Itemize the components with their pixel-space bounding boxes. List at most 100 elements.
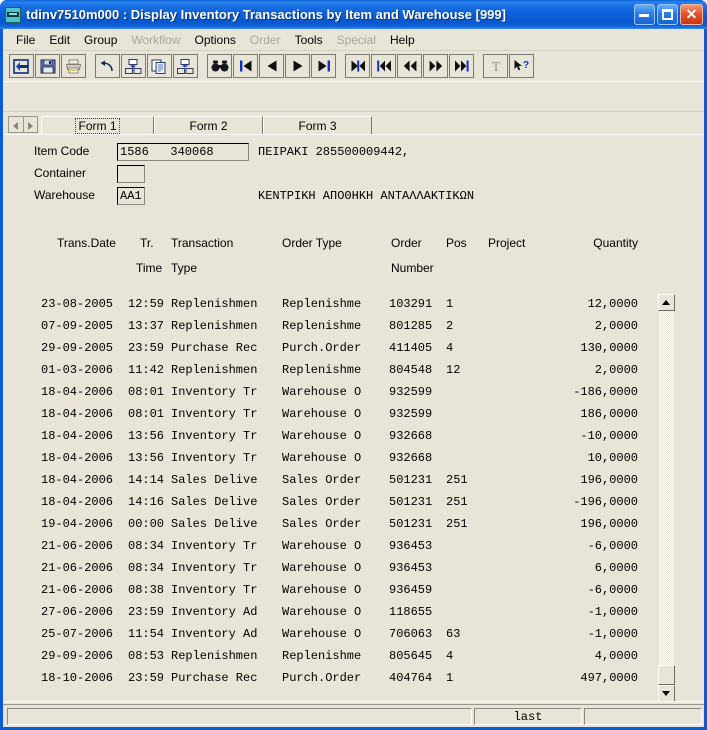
tab-form-3[interactable]: Form 3 xyxy=(263,116,372,134)
cell-trans-date: 23-08-2005 xyxy=(41,297,114,311)
table-row[interactable]: 18-04-2006 13:56 Inventory Tr Warehouse … xyxy=(3,448,658,470)
cell-quantity: 12,0000 xyxy=(587,297,638,311)
find-icon[interactable] xyxy=(207,54,232,78)
cell-transaction-type: Sales Delive xyxy=(171,473,258,487)
menu-group[interactable]: Group xyxy=(77,32,124,48)
first-set-icon[interactable] xyxy=(345,54,370,78)
table-row[interactable]: 21-06-2006 08:38 Inventory Tr Warehouse … xyxy=(3,580,658,602)
undo-icon[interactable] xyxy=(95,54,120,78)
chevron-left-icon xyxy=(13,122,18,130)
first-record-icon[interactable] xyxy=(233,54,258,78)
panel-top-highlight xyxy=(3,81,704,82)
menu-help[interactable]: Help xyxy=(383,32,422,48)
cell-order-type: Warehouse O xyxy=(282,605,362,619)
table-row[interactable]: 25-07-2006 11:54 Inventory Ad Warehouse … xyxy=(3,624,658,646)
item-code-input[interactable]: 1586 340068 xyxy=(117,143,249,161)
last-record-icon[interactable] xyxy=(311,54,336,78)
title-bar[interactable]: tdinv7510m000 : Display Inventory Transa… xyxy=(0,0,707,29)
svg-text:?: ? xyxy=(522,60,528,71)
end-set-icon[interactable] xyxy=(449,54,474,78)
field-row-container: Container xyxy=(3,165,704,183)
cell-order-number: 932668 xyxy=(389,451,433,465)
maximize-button[interactable] xyxy=(657,4,678,25)
table-row[interactable]: 18-04-2006 14:16 Sales Delive Sales Orde… xyxy=(3,492,658,514)
close-button[interactable]: ✕ xyxy=(680,4,703,25)
menu-tools[interactable]: Tools xyxy=(288,32,330,48)
cell-order-number: 936453 xyxy=(389,561,433,575)
column-header-time: Time xyxy=(136,261,163,275)
table-row[interactable]: 18-04-2006 08:01 Inventory Tr Warehouse … xyxy=(3,404,658,426)
container-input[interactable] xyxy=(117,165,145,183)
next-record-icon[interactable] xyxy=(285,54,310,78)
cell-quantity: -6,0000 xyxy=(587,539,638,553)
exit-icon[interactable] xyxy=(9,54,34,78)
minimize-button[interactable] xyxy=(634,4,655,25)
cell-time: 11:54 xyxy=(128,627,165,641)
chevron-right-icon xyxy=(28,122,33,130)
field-row-warehouse: Warehouse AA1 ΚΕΝΤΡΙΚΗ ΑΠΟΘΗΚΗ ΑΝΤΑΛΛΑΚΤ… xyxy=(3,187,704,205)
table-row[interactable]: 21-06-2006 08:34 Inventory Tr Warehouse … xyxy=(3,558,658,580)
cell-trans-date: 18-04-2006 xyxy=(41,473,114,487)
window-controls: ✕ xyxy=(634,4,703,25)
cell-order-number: 936453 xyxy=(389,539,433,553)
tab-scroll-left-button[interactable] xyxy=(8,116,23,133)
scroll-up-button[interactable] xyxy=(658,294,675,311)
forward-icon[interactable] xyxy=(423,54,448,78)
table-row[interactable]: 01-03-2006 11:42 Replenishmen Replenishm… xyxy=(3,360,658,382)
tab-form-1[interactable]: Form 1 xyxy=(41,116,154,134)
cell-order-number: 501231 xyxy=(389,473,433,487)
cell-time: 08:01 xyxy=(128,385,165,399)
table-row[interactable]: 18-10-2006 23:59 Purchase Rec Purch.Orde… xyxy=(3,668,658,690)
copy-icon[interactable] xyxy=(147,54,172,78)
scroll-down-button[interactable] xyxy=(658,685,675,702)
cut-icon[interactable] xyxy=(121,54,146,78)
paste-icon[interactable] xyxy=(173,54,198,78)
cell-transaction-type: Sales Delive xyxy=(171,495,258,509)
table-row[interactable]: 18-04-2006 14:14 Sales Delive Sales Orde… xyxy=(3,470,658,492)
cell-time: 08:01 xyxy=(128,407,165,421)
table-row[interactable]: 18-04-2006 13:56 Inventory Tr Warehouse … xyxy=(3,426,658,448)
cell-pos: 251 xyxy=(446,473,468,487)
menu-file[interactable]: File xyxy=(9,32,42,48)
cell-quantity: -6,0000 xyxy=(587,583,638,597)
help-cursor-icon[interactable]: ? xyxy=(509,54,534,78)
table-row[interactable]: 27-06-2006 23:59 Inventory Ad Warehouse … xyxy=(3,602,658,624)
previous-record-icon[interactable] xyxy=(259,54,284,78)
cell-time: 13:56 xyxy=(128,429,165,443)
scrollbar-thumb[interactable] xyxy=(658,665,675,685)
cell-order-type: Warehouse O xyxy=(282,539,362,553)
menu-options[interactable]: Options xyxy=(188,32,243,48)
menu-edit[interactable]: Edit xyxy=(42,32,77,48)
save-icon[interactable] xyxy=(35,54,60,78)
cell-order-type: Sales Order xyxy=(282,495,362,509)
cell-time: 23:59 xyxy=(128,671,165,685)
tab-form-2[interactable]: Form 2 xyxy=(154,116,263,134)
table-row[interactable]: 18-04-2006 08:01 Inventory Tr Warehouse … xyxy=(3,382,658,404)
previous-set-icon[interactable] xyxy=(371,54,396,78)
scrollbar-track[interactable] xyxy=(659,311,674,685)
rewind-icon[interactable] xyxy=(397,54,422,78)
cell-trans-date: 18-04-2006 xyxy=(41,385,114,399)
warehouse-input[interactable]: AA1 xyxy=(117,187,145,205)
table-row[interactable]: 29-09-2005 23:59 Purchase Rec Purch.Orde… xyxy=(3,338,658,360)
table-row[interactable]: 19-04-2006 00:00 Sales Delive Sales Orde… xyxy=(3,514,658,536)
grid-vertical-scrollbar[interactable] xyxy=(658,294,676,702)
status-divider-top xyxy=(3,701,704,702)
table-row[interactable]: 07-09-2005 13:37 Replenishmen Replenishm… xyxy=(3,316,658,338)
transactions-grid[interactable]: 23-08-2005 12:59 Replenishmen Replenishm… xyxy=(3,294,658,702)
cell-order-type: Replenishme xyxy=(282,319,362,333)
container-label: Container xyxy=(34,166,87,180)
cell-trans-date: 18-04-2006 xyxy=(41,407,114,421)
tab-scroll-right-button[interactable] xyxy=(23,116,38,133)
cell-trans-date: 21-06-2006 xyxy=(41,561,114,575)
cell-transaction-type: Inventory Tr xyxy=(171,451,258,465)
table-row[interactable]: 23-08-2005 12:59 Replenishmen Replenishm… xyxy=(3,294,658,316)
menu-workflow: Workflow xyxy=(131,32,181,47)
print-icon[interactable] xyxy=(61,54,86,78)
table-row[interactable]: 29-09-2006 08:53 Replenishmen Replenishm… xyxy=(3,646,658,668)
cell-order-number: 932599 xyxy=(389,385,433,399)
status-mode-field xyxy=(584,708,702,725)
cell-quantity: 130,0000 xyxy=(580,341,638,355)
tab-form-2-label: Form 2 xyxy=(189,118,228,133)
table-row[interactable]: 21-06-2006 08:34 Inventory Tr Warehouse … xyxy=(3,536,658,558)
